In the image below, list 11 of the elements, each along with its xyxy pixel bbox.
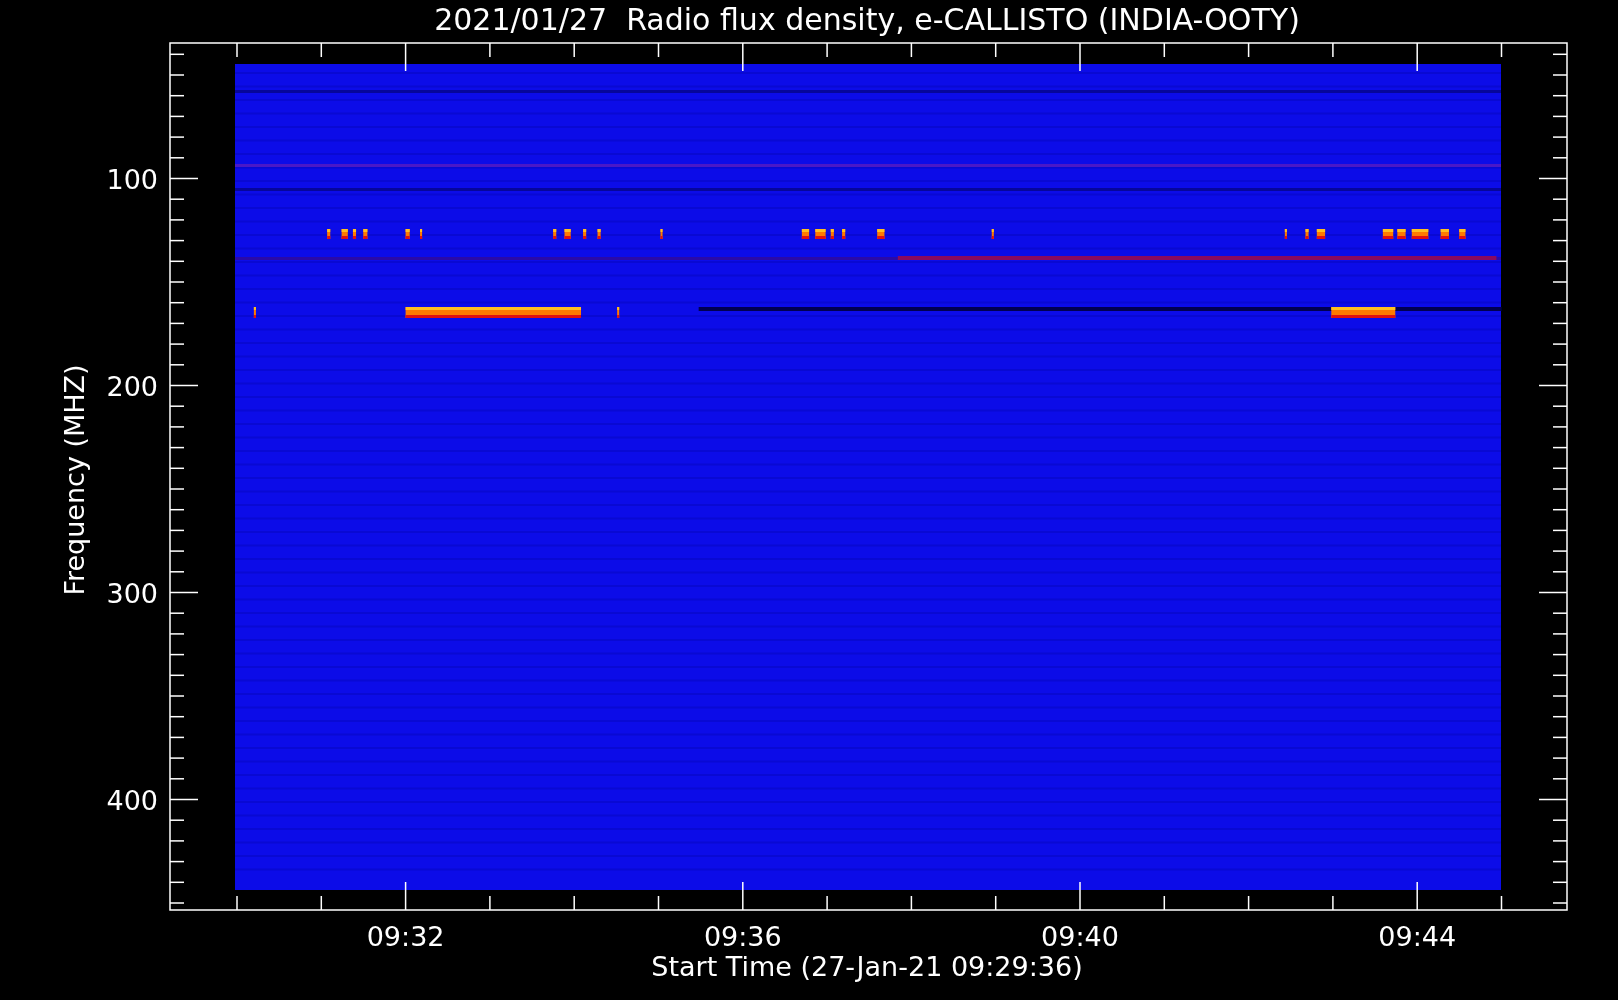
axis-tick-label: 09:32 — [366, 921, 445, 952]
axis-label: Start Time (27-Jan-21 09:29:36) — [651, 951, 1083, 982]
axis-label: Frequency (MHZ) — [59, 364, 90, 596]
chart-title: 2021/01/27 Radio flux density, e-CALLISTO (INDIA-OOTY) — [434, 2, 1300, 37]
axis-tick-label: 400 — [106, 784, 158, 816]
axis-tick-label: 300 — [106, 577, 158, 609]
axis-tick-label: 09:44 — [1378, 921, 1457, 952]
axis-tick-label: 09:40 — [1041, 921, 1119, 952]
axis-tick-label: 09:36 — [703, 921, 782, 952]
axis-tick-label: 200 — [106, 370, 158, 402]
axis-tick-label: 100 — [106, 163, 158, 195]
